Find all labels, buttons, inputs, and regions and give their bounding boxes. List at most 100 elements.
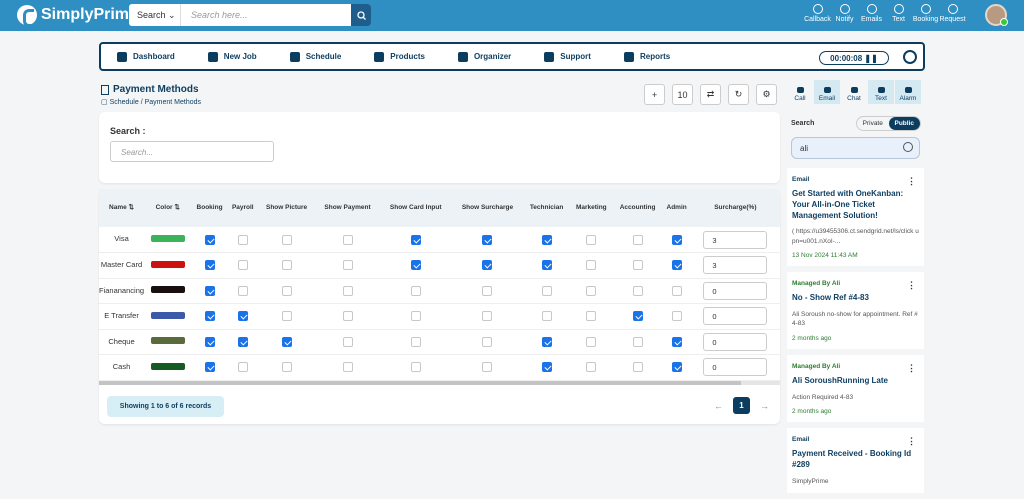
search-input[interactable]: Search here... bbox=[181, 10, 351, 20]
feed-item[interactable]: Email ⋮ Get Started with OneKanban: Your A… bbox=[787, 168, 924, 267]
checkbox-accounting[interactable] bbox=[632, 336, 643, 347]
checkbox-show-payment[interactable] bbox=[342, 362, 353, 373]
checkbox-show-picture[interactable] bbox=[281, 285, 292, 296]
nav-item-support[interactable]: Support bbox=[544, 51, 591, 62]
checkbox-marketing[interactable] bbox=[586, 336, 597, 347]
checkbox-admin[interactable] bbox=[671, 336, 682, 347]
checkbox-show-picture[interactable] bbox=[281, 234, 292, 245]
checkbox-show-card-input[interactable] bbox=[410, 362, 421, 373]
checkbox-accounting[interactable] bbox=[632, 311, 643, 322]
checkbox-show-card-input[interactable] bbox=[410, 234, 421, 245]
topbar-notify[interactable]: Notify bbox=[831, 4, 858, 23]
nav-item-reports[interactable]: Reports bbox=[623, 51, 670, 62]
col-header-show-payment[interactable]: Show Payment bbox=[315, 189, 379, 227]
feed-item[interactable]: Managed By Ali ⋮ Ali SoroushRunning Late Ac… bbox=[787, 354, 924, 423]
settings-icon[interactable]: ⚙ bbox=[756, 84, 777, 105]
feed-title[interactable]: Ali SoroushRunning Late bbox=[792, 376, 919, 387]
checkbox-show-card-input[interactable] bbox=[410, 260, 421, 271]
checkbox-admin[interactable] bbox=[671, 285, 682, 296]
tab-alarm[interactable]: Alarm bbox=[895, 80, 921, 104]
checkbox-marketing[interactable] bbox=[586, 311, 597, 322]
checkbox-show-payment[interactable] bbox=[342, 285, 353, 296]
prev-page-icon[interactable]: ← bbox=[714, 401, 723, 411]
search-icon[interactable] bbox=[903, 142, 913, 152]
toggle-private[interactable]: Private bbox=[857, 117, 889, 130]
checkbox-show-picture[interactable] bbox=[281, 362, 292, 373]
checkbox-show-surcharge[interactable] bbox=[482, 311, 493, 322]
checkbox-technician[interactable] bbox=[541, 285, 552, 296]
checkbox-show-picture[interactable] bbox=[281, 336, 292, 347]
tab-text[interactable]: Text bbox=[868, 80, 894, 104]
feed-item[interactable]: Managed By Ali ⋮ No - Show Ref #4-83 Ali So… bbox=[787, 272, 924, 349]
visibility-toggle[interactable]: Private Public bbox=[856, 116, 921, 131]
checkbox-booking[interactable] bbox=[204, 362, 215, 373]
checkbox-show-picture[interactable] bbox=[281, 311, 292, 322]
checkbox-booking[interactable] bbox=[204, 336, 215, 347]
checkbox-show-surcharge[interactable] bbox=[482, 362, 493, 373]
col-header-payroll[interactable]: Payroll bbox=[228, 189, 258, 227]
checkbox-show-card-input[interactable] bbox=[410, 311, 421, 322]
checkbox-show-surcharge[interactable] bbox=[482, 260, 493, 271]
checkbox-admin[interactable] bbox=[671, 362, 682, 373]
topbar-text[interactable]: Text bbox=[885, 4, 912, 23]
checkbox-technician[interactable] bbox=[541, 362, 552, 373]
checkbox-marketing[interactable] bbox=[586, 285, 597, 296]
topbar-request[interactable]: Request bbox=[939, 4, 966, 23]
checkbox-show-card-input[interactable] bbox=[410, 285, 421, 296]
checkbox-technician[interactable] bbox=[541, 234, 552, 245]
checkbox-show-payment[interactable] bbox=[342, 234, 353, 245]
brand-logo[interactable]: SimplyPrime bbox=[17, 5, 138, 27]
checkbox-show-surcharge[interactable] bbox=[482, 234, 493, 245]
checkbox-show-payment[interactable] bbox=[342, 260, 353, 271]
tab-chat[interactable]: Chat bbox=[841, 80, 867, 104]
sort-icon[interactable]: ⇅ bbox=[127, 204, 134, 211]
scroll-thumb[interactable] bbox=[99, 381, 741, 385]
col-header-show-picture[interactable]: Show Picture bbox=[258, 189, 315, 227]
checkbox-show-payment[interactable] bbox=[342, 336, 353, 347]
checkbox-accounting[interactable] bbox=[632, 362, 643, 373]
breadcrumb[interactable]: ▢ Schedule / Payment Methods bbox=[101, 98, 201, 106]
swap-icon[interactable]: ⇄ bbox=[700, 84, 721, 105]
avatar[interactable] bbox=[985, 4, 1008, 26]
checkbox-payroll[interactable] bbox=[237, 260, 248, 271]
more-icon[interactable]: ⋮ bbox=[907, 363, 916, 374]
col-header-admin[interactable]: Admin bbox=[663, 189, 691, 227]
surcharge-input[interactable]: 3 bbox=[703, 230, 768, 249]
refresh-icon[interactable]: ↻ bbox=[728, 84, 749, 105]
more-icon[interactable]: ⋮ bbox=[907, 280, 916, 291]
col-header-booking[interactable]: Booking bbox=[191, 189, 227, 227]
right-search-input[interactable]: ali bbox=[791, 137, 920, 159]
toggle-public[interactable]: Public bbox=[888, 117, 920, 130]
checkbox-booking[interactable] bbox=[204, 234, 215, 245]
feed-item[interactable]: Email ⋮ Payment Received - Booking Id #289… bbox=[787, 428, 924, 494]
search-type-select[interactable]: Search ⌄ bbox=[129, 4, 181, 26]
horizontal-scrollbar[interactable] bbox=[99, 381, 780, 385]
checkbox-show-payment[interactable] bbox=[342, 311, 353, 322]
nav-item-dashboard[interactable]: Dashboard bbox=[117, 51, 175, 62]
checkbox-payroll[interactable] bbox=[237, 362, 248, 373]
sort-icon[interactable]: ⇅ bbox=[173, 204, 179, 211]
col-header-surcharge-[interactable]: Surcharge(%) bbox=[691, 189, 780, 227]
page-size-button[interactable]: 10 bbox=[672, 84, 693, 105]
col-header-show-surcharge[interactable]: Show Surcharge bbox=[452, 189, 524, 227]
checkbox-marketing[interactable] bbox=[586, 260, 597, 271]
checkbox-admin[interactable] bbox=[671, 234, 682, 245]
col-header-technician[interactable]: Technician bbox=[523, 189, 570, 227]
checkbox-payroll[interactable] bbox=[237, 285, 248, 296]
col-header-show-card-input[interactable]: Show Card Input bbox=[380, 189, 452, 227]
feed-title[interactable]: No - Show Ref #4-83 bbox=[792, 293, 919, 304]
filter-search-input[interactable]: Search... bbox=[110, 141, 274, 162]
checkbox-show-surcharge[interactable] bbox=[482, 336, 493, 347]
surcharge-input[interactable]: 0 bbox=[703, 332, 768, 351]
checkbox-admin[interactable] bbox=[671, 260, 682, 271]
more-icon[interactable]: ⋮ bbox=[907, 436, 916, 447]
timer[interactable]: 00:00:08 ❚❚ bbox=[819, 51, 889, 65]
col-header-color[interactable]: Color ⇅ bbox=[144, 189, 191, 227]
feed-title[interactable]: Payment Received - Booking Id #289 bbox=[792, 449, 919, 471]
surcharge-input[interactable]: 0 bbox=[703, 281, 768, 300]
checkbox-marketing[interactable] bbox=[586, 234, 597, 245]
search-button[interactable] bbox=[351, 4, 371, 26]
current-page[interactable]: 1 bbox=[733, 397, 750, 414]
col-header-name[interactable]: Name ⇅ bbox=[99, 189, 144, 227]
checkbox-marketing[interactable] bbox=[586, 362, 597, 373]
